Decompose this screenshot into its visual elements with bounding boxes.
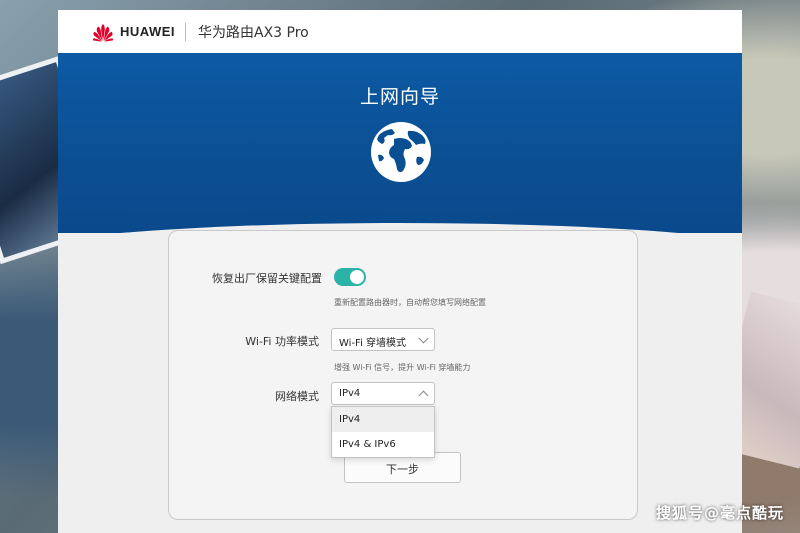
restore-hint: 重新配置路由器时，自动帮您填写网络配置 <box>334 298 486 307</box>
watermark: 搜狐号@毫点酷玩 <box>655 504 784 522</box>
network-mode-label: 网络模式 <box>275 390 319 403</box>
wifi-mode-hint: 增强 Wi-Fi 信号，提升 Wi-Fi 穿墙能力 <box>334 363 471 372</box>
page-title: 上网向导 <box>359 86 440 108</box>
wifi-mode-label: Wi-Fi 功率模式 <box>245 335 319 348</box>
restore-toggle[interactable] <box>334 268 366 286</box>
network-mode-dropdown: IPv4 IPv4 & IPv6 <box>331 406 435 458</box>
restore-label: 恢复出厂保留关键配置 <box>212 272 322 285</box>
huawei-logo-icon <box>92 23 114 42</box>
network-mode-value: IPv4 <box>339 388 361 399</box>
brand-name: HUAWEI <box>120 24 175 39</box>
brand-logo[interactable]: HUAWEI <box>92 22 175 42</box>
top-bar: HUAWEI 华为路由AX3 Pro <box>58 10 742 53</box>
network-mode-select[interactable]: IPv4 <box>331 382 435 405</box>
option-ipv4-ipv6[interactable]: IPv4 & IPv6 <box>332 432 434 457</box>
wifi-mode-select[interactable]: Wi-Fi 穿墙模式 <box>331 328 435 351</box>
chevron-up-icon <box>418 390 429 401</box>
option-ipv4[interactable]: IPv4 <box>332 407 434 432</box>
toggle-knob <box>350 270 364 284</box>
chevron-down-icon <box>418 333 429 344</box>
wifi-mode-value: Wi-Fi 穿墙模式 <box>339 338 407 349</box>
product-name: 华为路由AX3 Pro <box>198 24 309 41</box>
header-divider <box>185 22 186 41</box>
globe-icon <box>371 122 431 182</box>
